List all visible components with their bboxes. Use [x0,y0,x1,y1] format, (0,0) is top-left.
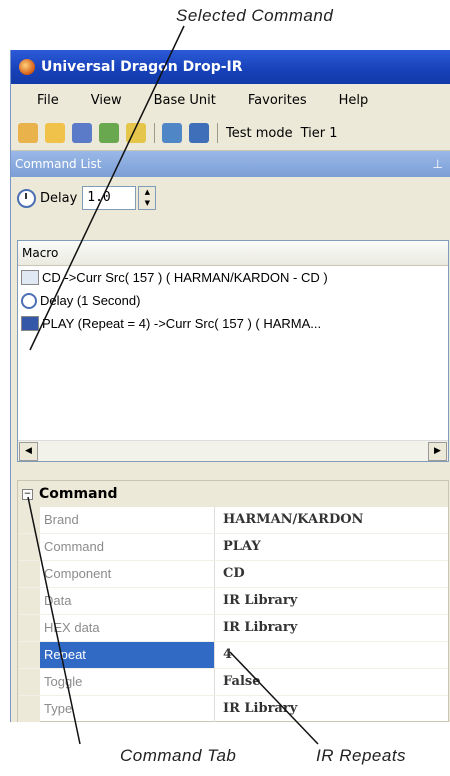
command-tab-pointer [27,496,81,745]
ir-repeats-pointer [229,651,319,745]
callout-pointers [27,25,319,745]
selected-command-pointer [29,25,185,351]
